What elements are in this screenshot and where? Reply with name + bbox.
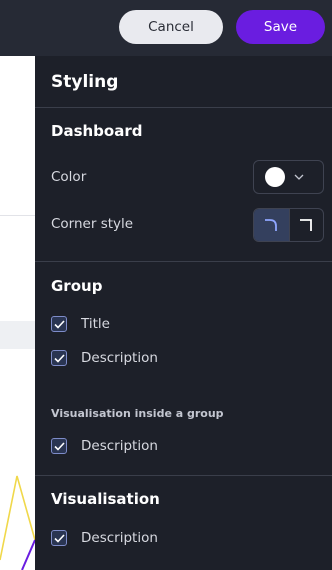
checkbox-label: Description <box>81 530 158 546</box>
checkmark-icon <box>53 353 65 363</box>
checkbox-row-group-vis-description[interactable]: Description <box>51 438 158 454</box>
corner-style-toggle <box>253 208 324 242</box>
top-bar: Cancel Save <box>0 0 332 56</box>
checkbox-label: Title <box>81 316 110 332</box>
color-picker[interactable] <box>253 160 324 194</box>
section-title-dashboard: Dashboard <box>51 122 143 140</box>
checkbox-label: Description <box>81 438 158 454</box>
divider <box>35 261 332 262</box>
square-corner-button[interactable] <box>288 209 324 241</box>
subheading-visualisation-in-group: Visualisation inside a group <box>51 407 224 420</box>
square-corner-icon <box>300 219 313 231</box>
checkmark-icon <box>53 533 65 543</box>
canvas-divider <box>0 215 35 216</box>
color-swatch <box>265 167 285 187</box>
styling-panel: Styling Dashboard Color Corner style Gro… <box>35 56 332 570</box>
canvas-row <box>0 321 35 349</box>
chart-line-purple <box>21 539 35 570</box>
checkmark-icon <box>53 441 65 451</box>
panel-title: Styling <box>51 72 119 92</box>
rounded-corner-icon <box>265 219 278 231</box>
section-title-visualisation: Visualisation <box>51 490 160 508</box>
checkbox-label: Description <box>81 350 158 366</box>
divider <box>35 107 332 108</box>
divider <box>35 475 332 476</box>
checkbox-vis-description[interactable] <box>51 530 67 546</box>
chevron-down-icon <box>294 172 304 183</box>
cancel-button[interactable]: Cancel <box>119 10 223 44</box>
checkmark-icon <box>53 319 65 329</box>
chart-preview <box>0 475 35 570</box>
chart-line-yellow <box>0 475 35 561</box>
checkbox-group-description[interactable] <box>51 350 67 366</box>
checkbox-group-title[interactable] <box>51 316 67 332</box>
rounded-corner-button[interactable] <box>254 209 289 241</box>
checkbox-group-vis-description[interactable] <box>51 438 67 454</box>
section-title-group: Group <box>51 277 103 295</box>
checkbox-row-group-description[interactable]: Description <box>51 350 158 366</box>
checkbox-row-group-title[interactable]: Title <box>51 316 110 332</box>
color-label: Color <box>51 169 87 185</box>
corner-style-label: Corner style <box>51 216 134 232</box>
save-button[interactable]: Save <box>236 10 325 44</box>
checkbox-row-vis-description[interactable]: Description <box>51 530 158 546</box>
